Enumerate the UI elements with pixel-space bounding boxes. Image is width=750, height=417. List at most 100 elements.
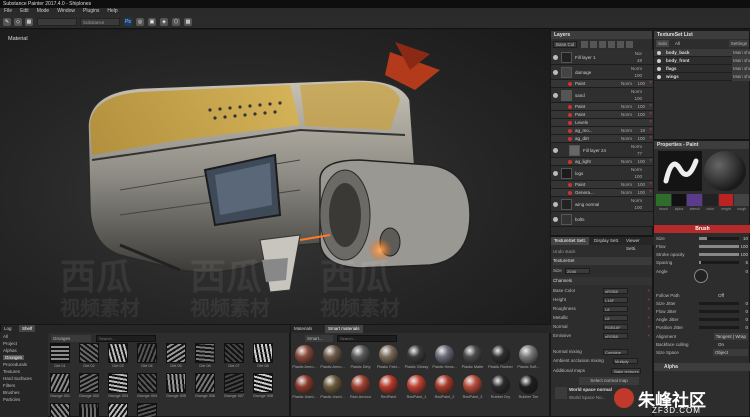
channel-format-dropdown[interactable]: L8 (603, 306, 628, 312)
layer-opacity[interactable]: 100 (637, 182, 645, 187)
layer-blend[interactable]: Norm (621, 81, 632, 86)
shelf-category-alphas[interactable]: Alphas (3, 348, 17, 353)
layer-blend[interactable]: Norm (621, 136, 632, 141)
remove-icon[interactable]: × (649, 135, 652, 141)
photoshop-export-icon[interactable]: Ps (124, 18, 132, 26)
visibility-eye-icon[interactable] (553, 93, 558, 98)
prop-value[interactable]: 0 (745, 268, 748, 275)
prop-value[interactable]: On (718, 341, 724, 348)
prop-size[interactable]: Size 10 (656, 235, 749, 242)
layer-opacity[interactable]: 100 (637, 136, 645, 141)
shelf-item-thumbnail[interactable] (137, 403, 157, 417)
normal-mixing-dropdown[interactable]: Combine (603, 349, 628, 355)
visibility-eye-icon[interactable] (553, 202, 558, 207)
shelf-item-thumbnail[interactable] (79, 373, 99, 393)
prop-size-space[interactable]: Size Space Object (656, 349, 749, 356)
layer-opacity[interactable]: 100 (634, 96, 642, 101)
layer-opacity[interactable]: 100 (637, 81, 645, 86)
prop-value[interactable]: Off (718, 292, 724, 299)
shader-dropdown[interactable]: Main shader (732, 73, 750, 81)
menu-help[interactable]: Help (103, 8, 121, 15)
smart-material-preview[interactable] (435, 345, 454, 364)
share-icon[interactable]: ▩ (184, 18, 192, 26)
layer-blend[interactable]: Norm (621, 159, 632, 164)
remove-icon[interactable]: × (649, 80, 652, 86)
menu-file[interactable]: File (0, 8, 16, 15)
textureset-item[interactable]: flags Main shader (654, 65, 750, 73)
textureset-section-header[interactable]: TextureSet (553, 257, 652, 265)
delete-layer-icon[interactable] (626, 41, 633, 48)
prop-follow-path[interactable]: Follow Path Off (656, 292, 749, 299)
smart-material-preview[interactable] (323, 345, 342, 364)
layer-row[interactable]: Paint Norm 100 × (551, 181, 654, 189)
alignment-dropdown[interactable]: Tangent | Wrap (713, 333, 748, 340)
tab-solo[interactable]: Solo (656, 40, 670, 47)
tab-display-settings[interactable]: Display Sett. (591, 237, 622, 245)
prop-value[interactable]: 10 (743, 235, 748, 242)
angle-dial[interactable] (694, 269, 708, 283)
size-space-dropdown[interactable]: Object (713, 349, 748, 356)
smart-material-preview[interactable] (379, 375, 398, 394)
size-jitter-slider[interactable] (699, 302, 739, 305)
undo-stack-label[interactable]: Undo stack (553, 248, 652, 256)
textureset-item[interactable]: body_back Main shader (654, 49, 750, 57)
layer-opacity[interactable]: 48 (637, 58, 642, 63)
smart-material-preview[interactable] (435, 375, 454, 394)
menu-edit[interactable]: Edit (16, 8, 33, 15)
shelf-item-thumbnail[interactable] (50, 343, 70, 363)
remove-channel-icon[interactable]: × (647, 332, 650, 340)
shelf-item-thumbnail[interactable] (253, 373, 273, 393)
smart-material-preview[interactable] (323, 375, 342, 394)
layer-opacity[interactable]: 100 (634, 174, 642, 179)
shelf-item-thumbnail[interactable] (195, 373, 215, 393)
alpha-slot[interactable] (671, 194, 687, 206)
add-fill-layer-icon[interactable] (590, 41, 597, 48)
shelf-item-thumbnail[interactable] (253, 343, 273, 363)
eraser-tool-icon[interactable]: ◇ (14, 18, 22, 26)
layer-row[interactable]: logs Norm 100 (551, 166, 654, 181)
prop-flow[interactable]: Flow 100 (656, 243, 749, 250)
channel-format-dropdown[interactable]: sRGB8 (603, 333, 628, 339)
shelf-item-thumbnail[interactable] (137, 343, 157, 363)
bake-textures-button[interactable]: Bake textures (611, 368, 641, 374)
prop-stroke-opacity[interactable]: Stroke opacity 100 (656, 251, 749, 258)
bake-icon[interactable]: ◈ (160, 18, 168, 26)
layer-blend[interactable]: Norm (621, 190, 632, 195)
tab-smart-materials[interactable]: Smart materials (325, 325, 363, 333)
visibility-eye-icon[interactable] (657, 67, 661, 71)
visibility-eye-icon[interactable] (657, 75, 661, 79)
size-dropdown[interactable]: 2048 (565, 268, 590, 274)
shelf-item-thumbnail[interactable] (195, 343, 215, 363)
add-folder-icon[interactable] (617, 41, 624, 48)
visibility-eye-icon[interactable] (553, 148, 558, 153)
shelf-item-thumbnail[interactable] (166, 343, 186, 363)
prop-value[interactable]: 100 (740, 251, 748, 258)
tab-viewer-settings[interactable]: Viewer Setti. (623, 237, 654, 251)
layer-row[interactable]: Paint Norm 100 × (551, 103, 654, 111)
layer-blend[interactable]: Norm (631, 144, 642, 149)
prop-alignment[interactable]: Alignment Tangent | Wrap (656, 333, 749, 340)
layer-opacity[interactable]: 100 (637, 104, 645, 109)
layer-row[interactable]: ag_mo... Norm 18 × (551, 127, 654, 135)
layer-blend[interactable]: Norm (631, 66, 642, 71)
tab-textureset-settings[interactable]: TextureSet Sett. (551, 237, 590, 245)
smart-material-preview[interactable] (463, 375, 482, 394)
layer-row[interactable]: Paint Norm 100 × (551, 111, 654, 119)
add-effect-icon[interactable] (608, 41, 615, 48)
visibility-eye-icon[interactable] (553, 55, 558, 60)
shelf-item-thumbnail[interactable] (50, 373, 70, 393)
height-slot[interactable] (718, 194, 734, 206)
layer-opacity[interactable]: 100 (637, 112, 645, 117)
textureset-item[interactable]: body_front Main shader (654, 57, 750, 65)
visibility-eye-icon[interactable] (553, 217, 558, 222)
prop-value[interactable]: 0 (745, 316, 748, 323)
remove-channel-icon[interactable]: × (647, 323, 650, 331)
flow-jitter-slider[interactable] (699, 310, 739, 313)
visibility-eye-icon[interactable] (553, 70, 558, 75)
smart-material-preview[interactable] (519, 375, 538, 394)
prop-size-jitter[interactable]: Size Jitter 0 (656, 300, 749, 307)
remove-channel-icon[interactable]: × (647, 287, 650, 295)
prop-position-jitter[interactable]: Position Jitter 0 (656, 324, 749, 331)
shelf-item-thumbnail[interactable] (50, 403, 70, 417)
layer-opacity[interactable]: 100 (634, 205, 642, 210)
